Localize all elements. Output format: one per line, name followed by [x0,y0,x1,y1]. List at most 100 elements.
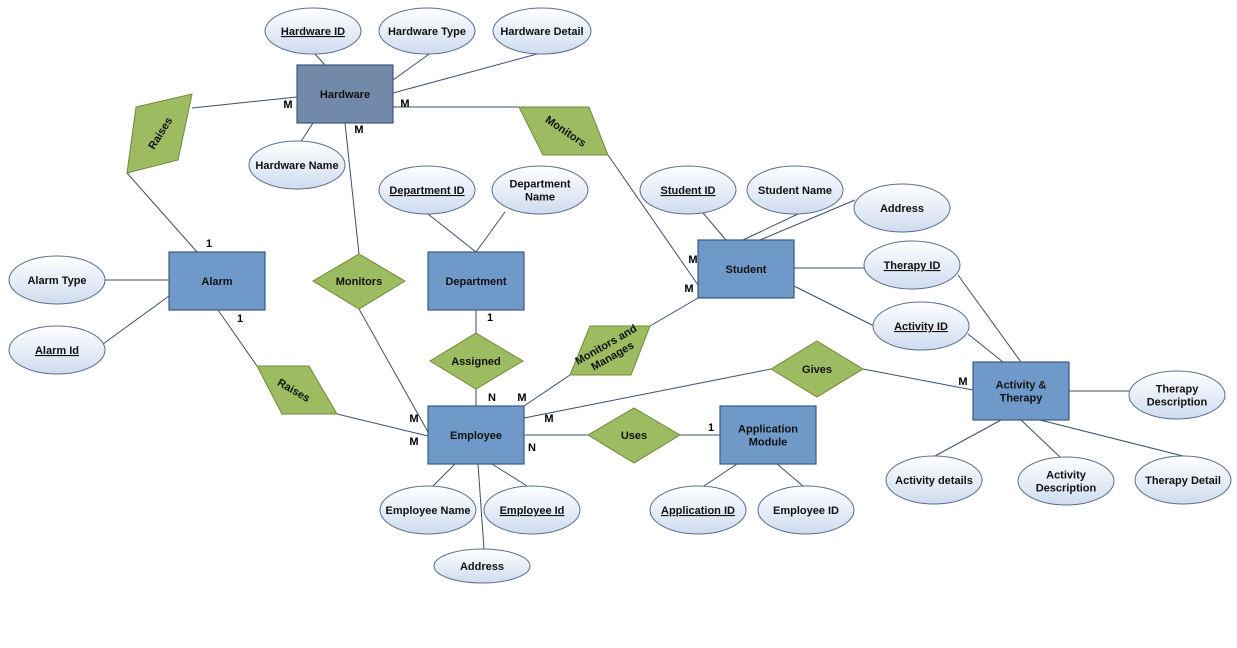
label-line: Employee ID [773,505,839,517]
label-line: Therapy [1156,384,1200,396]
label-line: Employee Name [386,505,471,517]
label-line: Assigned [451,356,501,368]
key-attribute-label: Activity ID [894,321,948,333]
attribute-therapy-desc[interactable]: Therapy Description [1128,370,1226,420]
attribute-app-id[interactable]: Application ID [649,485,747,535]
key-attribute-label: Hardware ID [281,26,345,38]
connector-line [491,463,528,487]
cardinality-emp-monitors1: M [409,413,418,425]
attribute-emp-name[interactable]: Employee Name [379,485,477,535]
relationship-label: Uses [621,430,647,442]
entity-hardware[interactable]: Hardware [296,64,394,124]
label-line: Application ID [661,505,735,517]
relationship-label: Assigned [451,356,501,368]
attribute-activity-desc[interactable]: Activity Description [1017,456,1115,506]
attribute-dept-name[interactable]: Department Name [491,165,589,215]
attribute-label: Hardware Detail [500,26,583,38]
cardinality-stu-monmanages: M [684,283,693,295]
entity-label: Hardware [320,89,370,101]
connector-line [432,463,456,487]
entity-alarm[interactable]: Alarm [168,251,266,311]
attribute-stu-name[interactable]: Student Name [746,165,844,215]
attribute-hw-name[interactable]: Hardware Name [248,140,346,190]
label-line: Hardware ID [281,26,345,38]
connector-line [776,463,804,487]
relationship-assigned[interactable]: Assigned [429,332,524,390]
cardinality-hw-monitors2: M [400,98,409,110]
attribute-label: Therapy Detail [1145,475,1221,487]
attribute-hw-id[interactable]: Hardware ID [264,7,362,55]
label-line: Module [749,437,788,449]
attribute-dept-id[interactable]: Department ID [378,165,476,215]
attribute-label: Activity details [895,475,973,487]
er-diagram: Hardware Alarm Department Student Employee Ap… [8,7,1232,584]
attribute-stu-id[interactable]: Student ID [639,165,737,215]
connector-line [392,53,538,94]
label-line: Address [460,561,504,573]
label-line: Alarm Id [35,345,79,357]
relationship-raises1[interactable]: Raises [126,93,193,174]
relationship-gives[interactable]: Gives [770,340,864,398]
attribute-hw-detail[interactable]: Hardware Detail [492,7,592,55]
label-line: Hardware [320,89,370,101]
entity-application[interactable]: Application Module [719,405,817,465]
key-attribute-label: Alarm Id [35,345,79,357]
connector-line [191,96,298,109]
attribute-alarm-type[interactable]: Alarm Type [8,255,106,305]
label-line: Employee [450,430,502,442]
label-line: Therapy ID [884,260,941,272]
entity-activity[interactable]: Activity & Therapy [972,361,1070,421]
connector-line [392,51,433,81]
relationship-label: Gives [802,364,832,376]
relationship-raises2[interactable]: Raises [256,365,338,415]
label-line: Student Name [758,185,832,197]
entity-employee[interactable]: Employee [427,405,525,465]
attribute-hw-type[interactable]: Hardware Type [378,7,476,55]
attribute-app-emp-id[interactable]: Employee ID [757,485,855,535]
connector-line [299,122,314,144]
cardinality-alarm-raises2: 1 [237,313,243,325]
attribute-stu-addr[interactable]: Address [853,183,951,233]
attribute-therapy-detail[interactable]: Therapy Detail [1134,455,1232,505]
attribute-label: Address [880,203,924,215]
cardinality-stu-monitors2: M [688,254,697,266]
relationship-monitors2[interactable]: Monitors [312,253,406,310]
label-line: Uses [621,430,647,442]
connector-line [934,419,1002,457]
attribute-activity-details[interactable]: Activity details [885,455,983,505]
shapes: Hardware Alarm Department Student Employee Ap… [8,7,1232,584]
cardinality-hw-monitors1: M [354,124,363,136]
label-line: Gives [802,364,832,376]
label-line: Student [726,264,767,276]
attribute-emp-addr[interactable]: Address [433,548,531,584]
label-line: Department ID [389,185,464,197]
relationship-uses[interactable]: Uses [587,407,681,464]
label-line: Activity & [996,380,1047,392]
label-line: Activity ID [894,321,948,333]
entity-department[interactable]: Department [427,251,525,311]
label-line: Alarm Type [27,275,86,287]
attribute-alarm-id[interactable]: Alarm Id [8,325,106,375]
relationship-monitors1[interactable]: Monitors [518,106,609,156]
label-line: Hardware Detail [500,26,583,38]
attribute-therapy-id[interactable]: Therapy ID [863,240,961,290]
attribute-activity-id[interactable]: Activity ID [872,301,970,351]
label-line: Monitors [336,276,382,288]
label-line: Hardware Type [388,26,466,38]
entity-label: Alarm [201,276,232,288]
attribute-label: Address [460,561,504,573]
cardinality-emp-raises2: M [409,436,418,448]
connector-line [649,297,699,327]
connector-line [475,211,506,253]
entity-label: Student [726,264,767,276]
label-line: Activity [1046,470,1087,482]
label-line: Department [509,179,570,191]
relationship-monmanages[interactable]: Monitors andManages [569,323,651,379]
connector-line [1020,419,1061,458]
label-line: Alarm [201,276,232,288]
label-line: Therapy [1000,393,1044,405]
connector-line [702,212,727,241]
attribute-emp-id[interactable]: Employee Id [483,485,581,535]
label-line: Address [880,203,924,215]
entity-student[interactable]: Student [697,239,795,299]
